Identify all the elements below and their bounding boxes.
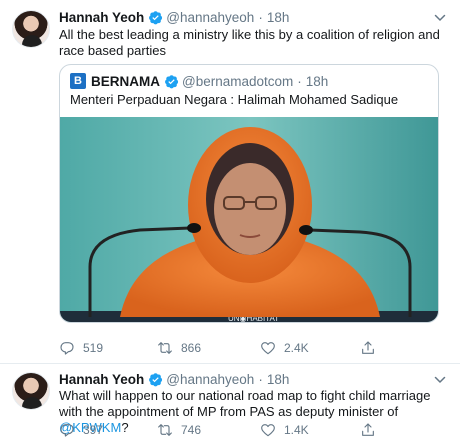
chevron-down-icon[interactable]: [434, 12, 446, 24]
reply-icon: [60, 424, 74, 437]
heart-icon: [261, 342, 275, 355]
tweet[interactable]: Hannah Yeoh @hannahyeoh · 18h All the be…: [0, 0, 460, 364]
quoted-author-handle: @bernamadotcom: [182, 73, 294, 89]
quoted-tweet-text: Menteri Perpaduan Negara : Halimah Moham…: [70, 92, 399, 107]
heart-icon: [261, 424, 275, 437]
quoted-tweet-photo[interactable]: UN◉HABITAT: [60, 117, 439, 323]
reply-button[interactable]: 519: [59, 340, 103, 356]
author-handle[interactable]: @hannahyeoh: [166, 372, 254, 387]
like-count: 1.4K: [284, 423, 309, 437]
chevron-down-icon[interactable]: [434, 374, 446, 386]
bernama-logo: B: [70, 73, 86, 89]
avatar[interactable]: [12, 10, 50, 48]
timestamp[interactable]: 18h: [267, 10, 290, 25]
timestamp[interactable]: 18h: [267, 372, 290, 387]
share-icon: [362, 423, 374, 436]
verified-badge-icon: [149, 11, 163, 25]
tweet-actions: 519 866 2.4K: [59, 340, 399, 356]
tweet-header: Hannah Yeoh @hannahyeoh · 18h: [59, 10, 289, 25]
quoted-tweet-header: B BERNAMA @bernamadotcom · 18h: [70, 73, 328, 89]
reply-icon: [60, 342, 74, 355]
quoted-author-name: BERNAMA: [91, 73, 160, 89]
retweet-count: 746: [181, 423, 202, 437]
tweet-header: Hannah Yeoh @hannahyeoh · 18h: [59, 372, 289, 387]
verified-badge-icon: [149, 373, 163, 387]
tweet-text-body: What will happen to our national road ma…: [59, 388, 431, 419]
author-name[interactable]: Hannah Yeoh: [59, 10, 144, 25]
retweet-count: 866: [181, 341, 202, 355]
separator-dot: ·: [258, 10, 263, 25]
share-button[interactable]: [360, 340, 384, 356]
separator-dot: ·: [297, 73, 302, 89]
like-count: 2.4K: [284, 341, 309, 355]
tweet[interactable]: Hannah Yeoh @hannahyeoh · 18h What will …: [0, 365, 460, 447]
like-button[interactable]: 1.4K: [260, 422, 309, 438]
tweet-actions: 397 746 1.4K: [59, 422, 399, 438]
author-handle[interactable]: @hannahyeoh: [166, 10, 254, 25]
like-button[interactable]: 2.4K: [260, 340, 309, 356]
tweet-text: All the best leading a ministry like thi…: [59, 27, 440, 58]
reply-count: 397: [83, 423, 104, 437]
avatar[interactable]: [12, 372, 50, 410]
reply-button[interactable]: 397: [59, 422, 103, 438]
verified-badge-icon: [165, 74, 179, 88]
retweet-button[interactable]: 866: [157, 340, 201, 356]
retweet-icon: [158, 342, 172, 354]
separator-dot: ·: [258, 372, 263, 387]
retweet-icon: [158, 424, 172, 436]
author-name[interactable]: Hannah Yeoh: [59, 372, 144, 387]
quoted-tweet[interactable]: B BERNAMA @bernamadotcom · 18h Menteri P…: [59, 64, 439, 323]
reply-count: 519: [83, 341, 104, 355]
share-icon: [362, 341, 374, 354]
quoted-timestamp: 18h: [305, 73, 329, 89]
share-button[interactable]: [360, 422, 384, 438]
retweet-button[interactable]: 746: [157, 422, 201, 438]
